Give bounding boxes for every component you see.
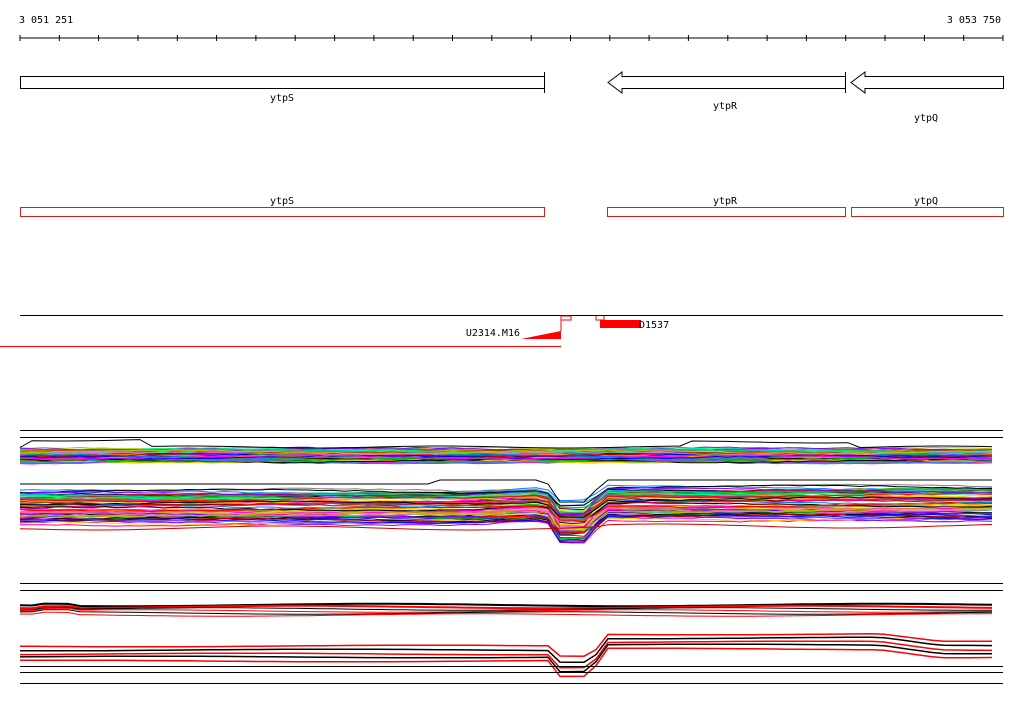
transcript-d1537-block[interactable] [600, 320, 641, 328]
coordinate-ruler: 3 051 251 3 053 750 [19, 15, 1004, 41]
panel1-traces [19, 439, 993, 544]
expression-panel-2 [19, 583, 1003, 684]
transcript-u2314-label: U2314.M16 [466, 328, 520, 339]
cds-ytpr-box[interactable] [607, 207, 846, 217]
cds-ytps-label: ytpS [270, 196, 294, 207]
transcript-d1537-label: D1537 [639, 320, 669, 331]
ruler-start-label: 3 051 251 [19, 15, 73, 26]
transcript-d1537-start [595, 316, 605, 321]
gene-ytpq-label: ytpQ [914, 113, 938, 124]
gene-track[interactable]: ytpS ytpR ytpQ [20, 71, 1004, 124]
ruler-end-label: 3 053 750 [947, 15, 1001, 26]
gene-ytpr-label: ytpR [713, 101, 738, 112]
gene-ytps-label: ytpS [270, 93, 294, 104]
cds-track[interactable]: ytpS ytpR ytpQ [20, 196, 1004, 217]
panel1-top-outlier [19, 439, 993, 449]
transcript-u2314-end [560, 315, 572, 331]
cds-ytpq-box[interactable] [851, 207, 1004, 217]
gene-ytpq-arrow[interactable] [850, 71, 1004, 94]
transcript-track[interactable]: U2314.M16 D1537 [0, 315, 1003, 347]
cds-ytpq-label: ytpQ [914, 196, 938, 207]
transcript-u2314-ramp[interactable] [521, 331, 561, 339]
genome-browser-view: 3 051 251 3 053 750 ytpS ytpR ytpQ ytpS … [0, 15, 1004, 684]
expression-panel-1 [19, 430, 1003, 544]
cds-ytps-box[interactable] [20, 207, 545, 217]
panel2-bottom-trace [19, 643, 992, 673]
gene-ytps-arrow[interactable] [20, 76, 545, 89]
gene-ytpr-arrow[interactable] [607, 71, 846, 94]
cds-ytpr-label: ytpR [713, 196, 738, 207]
panel1-bottom-outlier [19, 523, 993, 531]
panel2-traces [19, 602, 1003, 678]
